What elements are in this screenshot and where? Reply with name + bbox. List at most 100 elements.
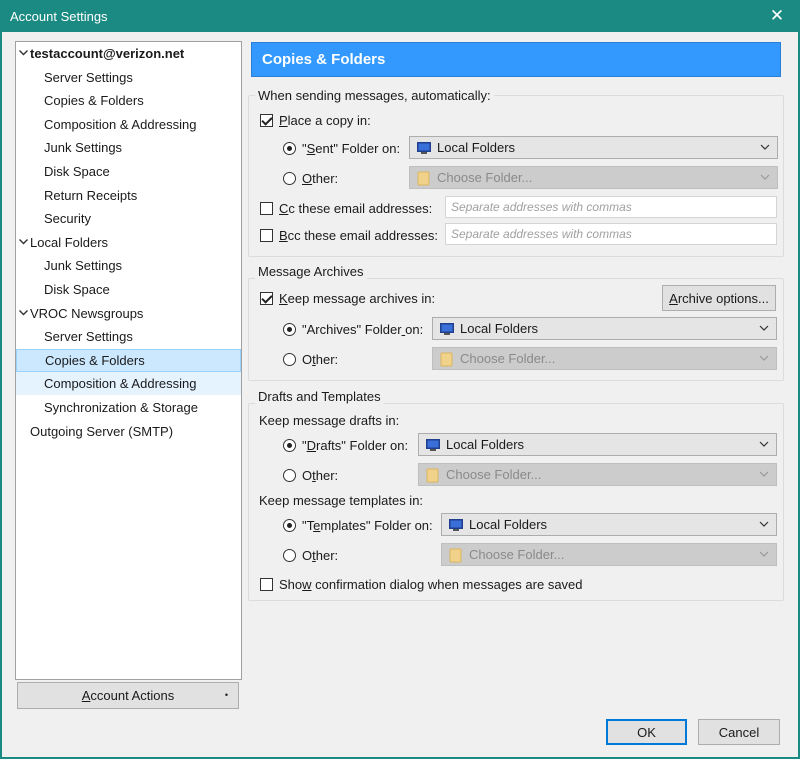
bcc-checkbox-row[interactable]: Bcc these email addresses: (260, 227, 438, 243)
archive-options-button[interactable]: Archive options... (662, 285, 776, 311)
tree-item[interactable]: testaccount@verizon.net (16, 42, 241, 65)
templates-folder-radio[interactable] (283, 518, 296, 532)
templates-folder-dropdown[interactable]: Local Folders (441, 513, 777, 536)
account-actions-button[interactable]: Account Actions • (17, 682, 239, 709)
sent-folder-dropdown[interactable]: Local Folders (409, 136, 778, 159)
drafts-other-value: Choose Folder... (446, 467, 542, 482)
cancel-button[interactable]: Cancel (698, 719, 780, 745)
account-actions-label: Account Actions (81, 688, 175, 703)
drafts-other-radio-row[interactable]: Other: (283, 467, 338, 483)
confirm-dialog-checkbox[interactable] (260, 577, 273, 591)
cc-checkbox-row[interactable]: Cc these email addresses: (260, 200, 432, 216)
sent-radio-row[interactable]: "Sent" Folder on: (283, 140, 400, 156)
ok-label: OK (637, 724, 656, 740)
tree-item-label: Copies & Folders (45, 352, 145, 368)
tree-item[interactable]: Server Settings (16, 325, 241, 348)
archives-other-label: Other: (302, 351, 339, 367)
archives-radio-row[interactable]: "Archives" Folder on: (283, 321, 423, 337)
tree-item[interactable]: Server Settings (16, 66, 241, 89)
archives-other-radio-row[interactable]: Other: (283, 351, 338, 367)
chevron-down-icon (760, 174, 770, 180)
sending-group-legend: When sending messages, automatically: (255, 88, 494, 103)
computer-icon (449, 518, 463, 531)
tree-item[interactable]: Copies & Folders (16, 348, 241, 372)
close-icon[interactable]: ✕ (754, 0, 800, 32)
chevron-down-icon (759, 521, 769, 527)
tree-item-label: testaccount@verizon.net (30, 46, 185, 61)
archives-other-value: Choose Folder... (460, 351, 556, 366)
account-tree[interactable]: testaccount@verizon.net Server Settings Co… (15, 41, 242, 680)
templates-folder-value: Local Folders (469, 517, 548, 532)
templates-other-radio-row[interactable]: Other: (283, 547, 338, 563)
tree-item[interactable]: Composition & Addressing (16, 113, 241, 136)
tree-item[interactable]: Security (16, 207, 241, 230)
expanded-twisty-icon[interactable] (18, 236, 29, 247)
templates-heading: Keep message templates in: (259, 492, 423, 508)
page-title: Copies & Folders (251, 42, 781, 77)
cc-addresses-input[interactable]: Separate addresses with commas (445, 196, 777, 218)
tree-item[interactable]: Disk Space (16, 278, 241, 301)
tree-item[interactable]: Composition & Addressing (16, 372, 241, 396)
tree-item[interactable]: Junk Settings (16, 136, 241, 159)
folder-icon (426, 468, 439, 482)
archives-group-legend: Message Archives (255, 264, 367, 279)
menu-dot-icon: • (224, 690, 228, 700)
cc-checkbox[interactable] (260, 201, 273, 215)
sent-other-radio-row[interactable]: Other: (283, 170, 338, 186)
window-title: Account Settings (10, 8, 108, 24)
tree-item[interactable]: Local Folders (16, 231, 241, 254)
templates-folder-label: "Templates" Folder on: (302, 517, 433, 533)
tree-item-label: VROC Newsgroups (30, 305, 144, 321)
chevron-down-icon (759, 325, 769, 331)
place-copy-checkbox-row[interactable]: Place a copy in: (260, 112, 371, 128)
tree-item[interactable]: Synchronization & Storage (16, 396, 241, 419)
keep-archives-checkbox-row[interactable]: Keep message archives in: (260, 290, 435, 306)
archives-folder-radio[interactable] (283, 322, 296, 336)
tree-item-label: Disk Space (44, 164, 110, 179)
chevron-down-icon (759, 551, 769, 557)
tree-item-label: Composition & Addressing (44, 116, 197, 132)
drafts-heading: Keep message drafts in: (259, 412, 399, 428)
bcc-checkbox[interactable] (260, 228, 273, 242)
tree-item[interactable]: Junk Settings (16, 254, 241, 277)
sent-other-value: Choose Folder... (437, 170, 533, 185)
archives-other-radio[interactable] (283, 352, 296, 366)
keep-archives-checkbox[interactable] (260, 291, 273, 305)
drafts-other-dropdown: Choose Folder... (418, 463, 777, 486)
keep-archives-label: Keep message archives in: (279, 290, 436, 306)
folder-icon (449, 548, 462, 562)
computer-icon (426, 438, 440, 451)
drafts-radio-row[interactable]: "Drafts" Folder on: (283, 437, 408, 453)
tree-item[interactable]: Disk Space (16, 160, 241, 183)
tree-item-label: Copies & Folders (44, 93, 144, 109)
ok-button[interactable]: OK (606, 719, 687, 745)
tree-item[interactable]: Copies & Folders (16, 89, 241, 112)
tree-item-label: Junk Settings (44, 258, 123, 274)
drafts-heading-label: Keep message drafts in: (259, 412, 400, 428)
archives-folder-label: "Archives" Folder on: (302, 321, 424, 337)
drafts-folder-dropdown[interactable]: Local Folders (418, 433, 777, 456)
chevron-down-icon (760, 144, 770, 150)
archives-folder-dropdown[interactable]: Local Folders (432, 317, 777, 340)
chevron-down-icon (759, 355, 769, 361)
drafts-other-radio[interactable] (283, 468, 296, 482)
confirm-dialog-label: Show confirmation dialog when messages a… (279, 576, 583, 592)
tree-item[interactable]: Return Receipts (16, 184, 241, 207)
bcc-addresses-input[interactable]: Separate addresses with commas (445, 223, 777, 245)
templates-heading-label: Keep message templates in: (259, 492, 424, 508)
tree-item-label: Server Settings (44, 329, 133, 345)
tree-item[interactable]: Outgoing Server (SMTP) (16, 420, 241, 443)
drafts-folder-radio[interactable] (283, 438, 296, 452)
confirm-checkbox-row[interactable]: Show confirmation dialog when messages a… (260, 576, 583, 592)
templates-other-dropdown: Choose Folder... (441, 543, 777, 566)
templates-other-radio[interactable] (283, 548, 296, 562)
tree-item[interactable]: VROC Newsgroups (16, 302, 241, 325)
computer-icon (440, 322, 454, 335)
expanded-twisty-icon[interactable] (18, 47, 29, 58)
expanded-twisty-icon[interactable] (18, 307, 29, 318)
sent-folder-radio[interactable] (283, 141, 296, 155)
sent-other-radio[interactable] (283, 171, 296, 185)
templates-radio-row[interactable]: "Templates" Folder on: (283, 517, 433, 533)
place-copy-checkbox[interactable] (260, 113, 273, 127)
cc-label: Cc these email addresses: (279, 200, 433, 216)
